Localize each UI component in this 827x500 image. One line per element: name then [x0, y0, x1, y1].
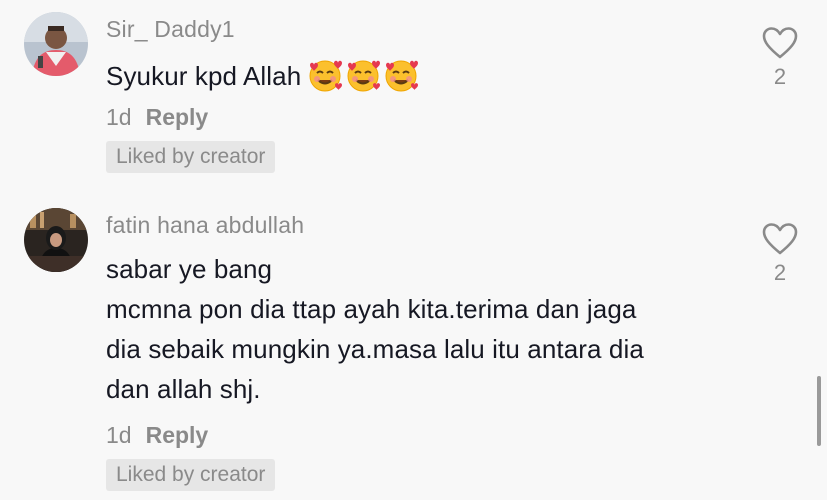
heart-outline-icon	[762, 223, 798, 255]
comment-text-line: dia sebaik mungkin ya.masa lalu itu anta…	[106, 334, 644, 364]
comment-username[interactable]: fatin hana abdullah	[106, 212, 304, 239]
comment-text-line: mcmna pon dia ttap ayah kita.terima dan …	[106, 294, 637, 324]
reply-button[interactable]: Reply	[146, 422, 209, 448]
comment-time: 1d	[106, 422, 132, 448]
comment-text-line: dan allah shj.	[106, 374, 261, 404]
comment-meta: 1d Reply	[106, 422, 208, 449]
scrollbar[interactable]	[817, 376, 821, 446]
like-button[interactable]: 2	[756, 222, 804, 286]
avatar[interactable]	[24, 208, 88, 272]
liked-by-creator-badge: Liked by creator	[106, 459, 276, 491]
comment-text-line: sabar ye bang	[106, 254, 273, 284]
like-count: 2	[773, 260, 787, 285]
comment-item: fatin hana abdullah sabar ye bang mcmna …	[0, 0, 827, 500]
